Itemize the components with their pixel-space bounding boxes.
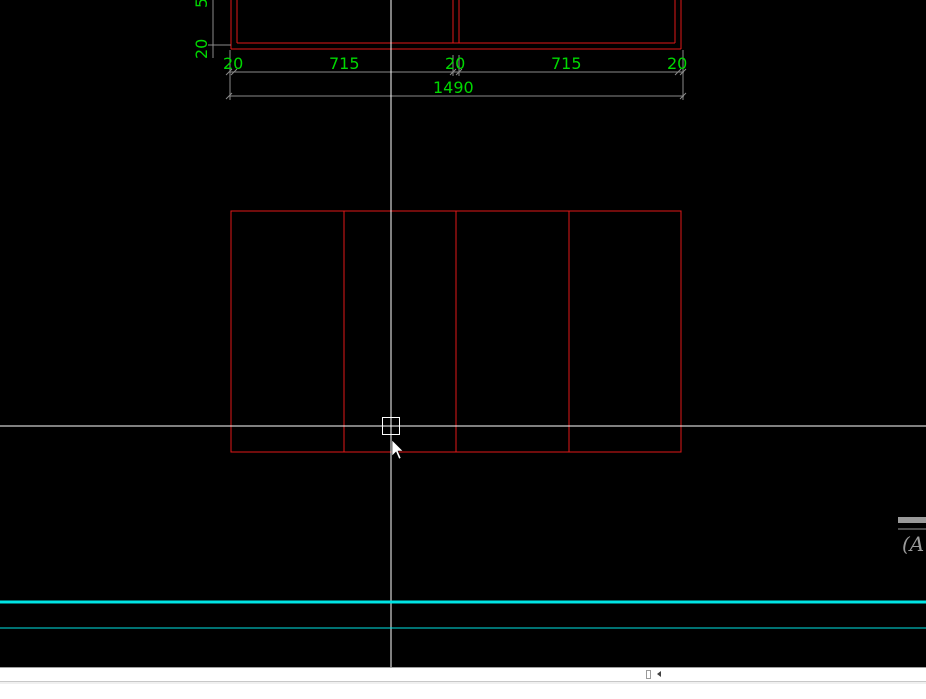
command-bar <box>0 667 926 699</box>
scroll-thumb[interactable] <box>646 670 651 679</box>
crosshair-cursor <box>0 0 926 667</box>
annotation-text: (A <box>902 532 924 556</box>
dim-text-715-left: 715 <box>329 54 360 73</box>
dim-text-20-left: 20 <box>223 54 243 73</box>
status-row <box>0 684 926 699</box>
dim-text-715-right: 715 <box>551 54 582 73</box>
dim-text-total: 1490 <box>433 78 474 97</box>
annotation-bar <box>898 517 926 523</box>
dim-text-20-mid: 20 <box>445 54 465 73</box>
drawing-canvas[interactable]: 20 715 20 715 20 1490 20 5 (A <box>0 0 926 667</box>
dim-text-vertical-cut: 5 <box>192 0 211 8</box>
dim-text-20-right: 20 <box>667 54 687 73</box>
upper-window-frame <box>230 0 682 50</box>
lower-window-frame <box>230 210 682 453</box>
scroll-left-arrow-icon[interactable] <box>657 671 661 677</box>
command-line-input[interactable] <box>0 668 926 682</box>
dim-text-vertical-20: 20 <box>192 39 211 59</box>
mouse-pointer-icon <box>391 439 404 460</box>
